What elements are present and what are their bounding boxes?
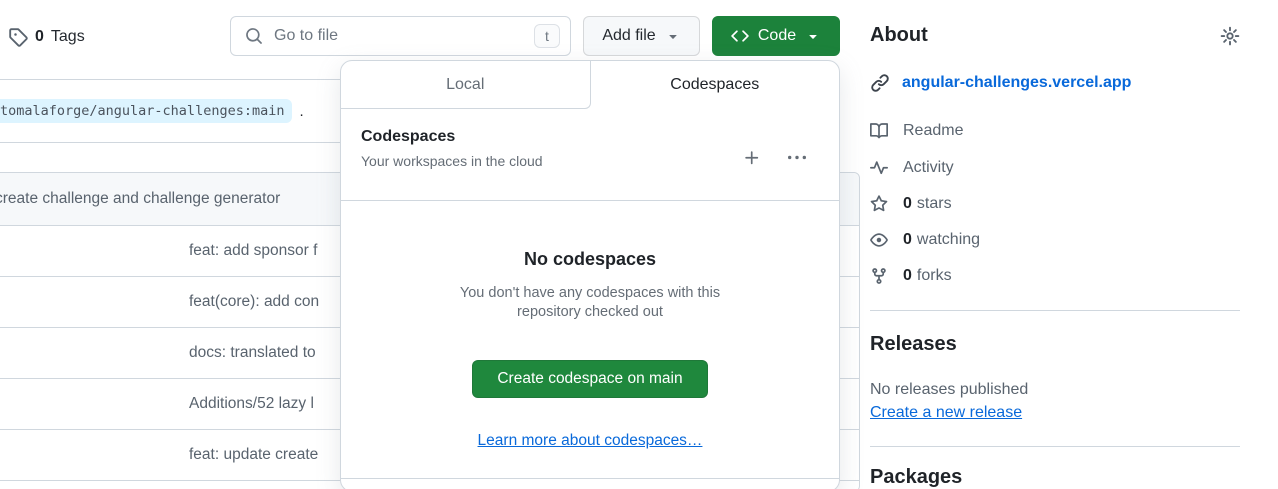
search-icon bbox=[245, 27, 263, 45]
empty-state-description: You don't have any codespaces with this … bbox=[435, 284, 745, 322]
forks-count: 0 bbox=[903, 267, 912, 285]
chevron-down-icon bbox=[665, 28, 681, 44]
sidebar-item-watching[interactable]: 0 watching bbox=[870, 229, 980, 251]
commit-message-link[interactable]: feat(core): add con bbox=[189, 293, 319, 311]
popover-tabs: Local Codespaces bbox=[341, 61, 839, 109]
new-codespace-button[interactable] bbox=[743, 149, 761, 167]
repo-website-row[interactable]: angular-challenges.vercel.app bbox=[870, 73, 1131, 93]
stars-count: 0 bbox=[903, 195, 912, 213]
sidebar-divider bbox=[870, 310, 1240, 311]
commit-message-link[interactable]: docs: translated to bbox=[189, 344, 316, 362]
codespaces-options-button[interactable] bbox=[788, 149, 806, 167]
learn-more-link[interactable]: Learn more about codespaces… bbox=[341, 432, 839, 450]
code-icon bbox=[731, 27, 749, 45]
tag-icon bbox=[8, 27, 28, 47]
code-button-label: Code bbox=[758, 27, 796, 45]
tab-local[interactable]: Local bbox=[341, 61, 591, 109]
commit-message-link[interactable]: Additions/52 lazy l bbox=[189, 395, 314, 413]
fork-icon bbox=[870, 267, 888, 285]
empty-state-title: No codespaces bbox=[341, 248, 839, 270]
goto-file-search[interactable]: t bbox=[230, 16, 571, 56]
tags-count: 0 bbox=[35, 28, 44, 46]
create-codespace-button[interactable]: Create codespace on main bbox=[472, 360, 707, 398]
search-input[interactable] bbox=[263, 27, 534, 45]
create-release-link[interactable]: Create a new release bbox=[870, 404, 1022, 422]
codespaces-header: Codespaces Your workspaces in the cloud bbox=[341, 109, 839, 201]
packages-heading: Packages bbox=[870, 466, 962, 489]
commit-message-link[interactable]: feat: add sponsor f bbox=[189, 242, 317, 260]
sidebar-item-label: stars bbox=[917, 195, 952, 213]
code-button[interactable]: Code bbox=[712, 16, 840, 56]
branch-status-banner: tomalaforge/angular-challenges:main . bbox=[0, 79, 340, 143]
banner-suffix: . bbox=[299, 103, 303, 120]
codespaces-empty-state: No codespaces You don't have any codespa… bbox=[341, 201, 839, 450]
add-file-label: Add file bbox=[602, 27, 655, 45]
sidebar-item-readme[interactable]: Readme bbox=[870, 120, 963, 142]
codespaces-title: Codespaces bbox=[361, 128, 819, 146]
releases-empty-text: No releases published bbox=[870, 381, 1028, 399]
code-dropdown-popover: Local Codespaces Codespaces Your workspa… bbox=[340, 60, 840, 489]
github-repo-page: 0 Tags t Add file Code tomalaforge/angul… bbox=[0, 0, 1278, 489]
book-icon bbox=[870, 122, 888, 140]
sidebar-item-stars[interactable]: 0 stars bbox=[870, 193, 952, 215]
link-icon bbox=[870, 73, 890, 93]
sidebar-item-label: Activity bbox=[903, 159, 954, 177]
about-heading: About bbox=[870, 24, 928, 47]
tags-label: Tags bbox=[51, 28, 85, 46]
releases-heading: Releases bbox=[870, 333, 957, 356]
watching-count: 0 bbox=[903, 231, 912, 249]
tags-link[interactable]: 0 Tags bbox=[8, 26, 85, 48]
add-file-button[interactable]: Add file bbox=[583, 16, 700, 56]
star-icon bbox=[870, 195, 888, 213]
eye-icon bbox=[870, 231, 888, 249]
popover-footer-divider bbox=[341, 478, 839, 479]
compare-branch-ref: tomalaforge/angular-challenges:main bbox=[0, 99, 292, 123]
sidebar-item-label: watching bbox=[917, 231, 980, 249]
tab-codespaces[interactable]: Codespaces bbox=[591, 61, 840, 109]
sidebar-item-label: forks bbox=[917, 267, 952, 285]
sidebar-divider bbox=[870, 446, 1240, 447]
sidebar-item-forks[interactable]: 0 forks bbox=[870, 265, 952, 287]
latest-commit-message[interactable]: create challenge and challenge generator bbox=[0, 190, 280, 208]
sidebar-item-activity[interactable]: Activity bbox=[870, 157, 954, 179]
gear-icon[interactable] bbox=[1220, 26, 1240, 46]
sidebar-item-label: Readme bbox=[903, 122, 963, 140]
pulse-icon bbox=[870, 159, 888, 177]
keyboard-shortcut-hint: t bbox=[534, 24, 560, 48]
chevron-down-icon bbox=[805, 28, 821, 44]
commit-message-link[interactable]: feat: update create bbox=[189, 446, 318, 464]
website-link[interactable]: angular-challenges.vercel.app bbox=[902, 74, 1131, 92]
